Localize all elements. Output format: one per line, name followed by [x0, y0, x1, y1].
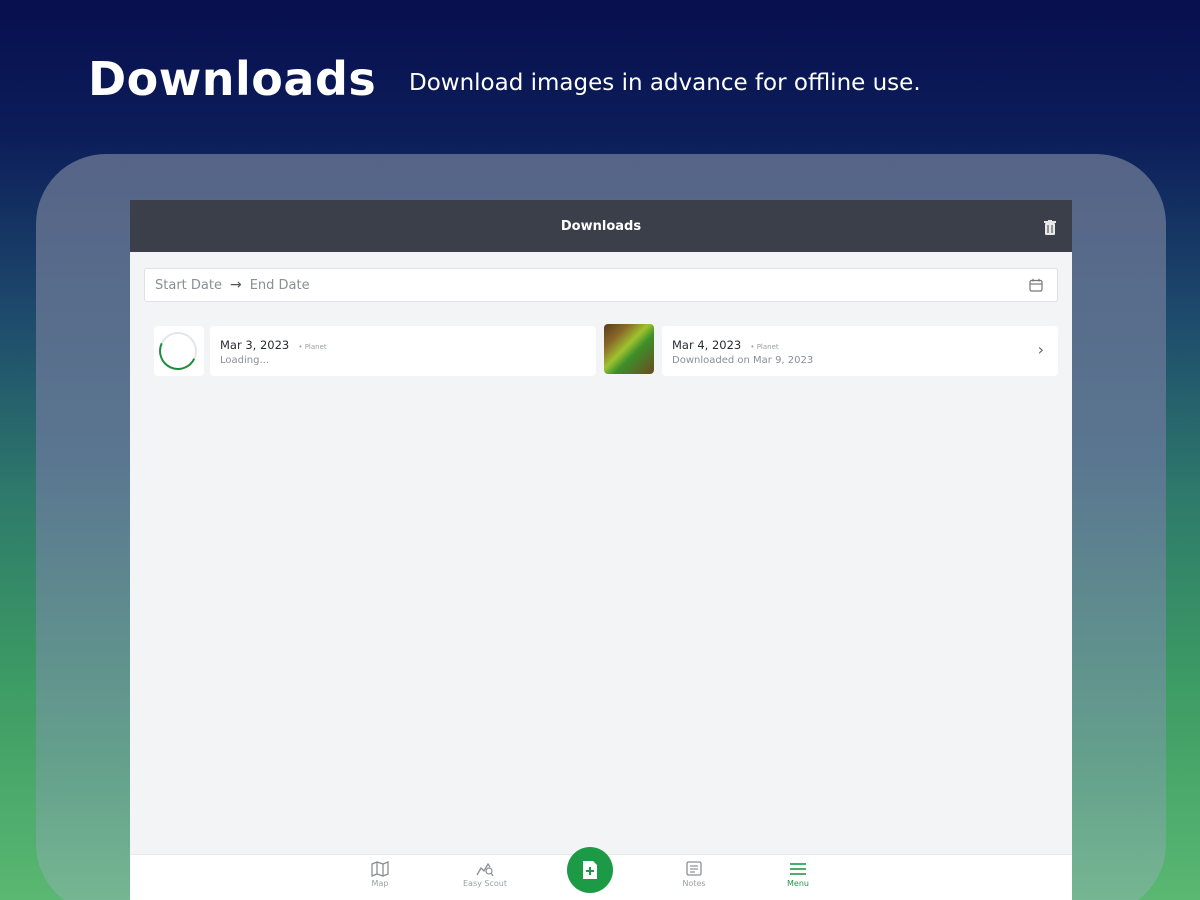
notes-icon [686, 861, 702, 876]
trash-icon[interactable] [1044, 220, 1056, 236]
bottom-nav: Map Easy Scout Notes Menu [130, 847, 1072, 900]
download-item[interactable]: Mar 4, 2023 • Planet Downloaded on Mar 9… [662, 326, 1058, 376]
download-date: Mar 4, 2023 [672, 338, 742, 352]
nav-label-notes: Notes [682, 879, 706, 888]
add-note-button[interactable] [567, 847, 613, 893]
download-item[interactable]: Mar 3, 2023 • Planet Loading... [210, 326, 596, 376]
calendar-icon[interactable] [1029, 278, 1043, 292]
promo-title: Downloads [88, 52, 377, 106]
promo-subtitle: Download images in advance for offline u… [409, 70, 921, 96]
download-date: Mar 3, 2023 [220, 338, 290, 352]
page-title: Downloads [560, 218, 642, 234]
download-status: Downloaded on Mar 9, 2023 [672, 355, 814, 366]
app-screen: Downloads Start Date → End Date Mar 3, 2… [130, 200, 1072, 900]
loading-spinner-icon [153, 326, 203, 376]
nav-item-easy-scout[interactable]: Easy Scout [455, 861, 515, 888]
satellite-image-thumbnail [604, 324, 654, 374]
start-date-field[interactable]: Start Date [155, 278, 222, 293]
nav-label-menu: Menu [787, 879, 809, 888]
nav-label-easy-scout: Easy Scout [463, 879, 507, 888]
download-status: Loading... [220, 355, 269, 366]
date-range-picker[interactable]: Start Date → End Date [144, 268, 1058, 302]
end-date-field[interactable]: End Date [250, 278, 310, 293]
nav-item-menu[interactable]: Menu [768, 861, 828, 888]
scout-icon [476, 862, 494, 877]
download-thumbnail-loading [153, 326, 204, 376]
menu-icon [790, 863, 806, 875]
arrow-right-icon: → [229, 277, 242, 293]
nav-item-map[interactable]: Map [350, 861, 410, 888]
download-source-tag: • Planet [298, 343, 327, 351]
download-thumbnail[interactable] [604, 324, 654, 374]
map-icon [371, 861, 389, 877]
nav-item-notes[interactable]: Notes [664, 861, 724, 888]
nav-label-map: Map [371, 879, 389, 888]
chevron-right-icon[interactable]: › [1038, 340, 1044, 359]
download-source-tag: • Planet [750, 343, 779, 351]
app-header: Downloads [130, 200, 1072, 252]
add-note-icon [583, 861, 597, 879]
